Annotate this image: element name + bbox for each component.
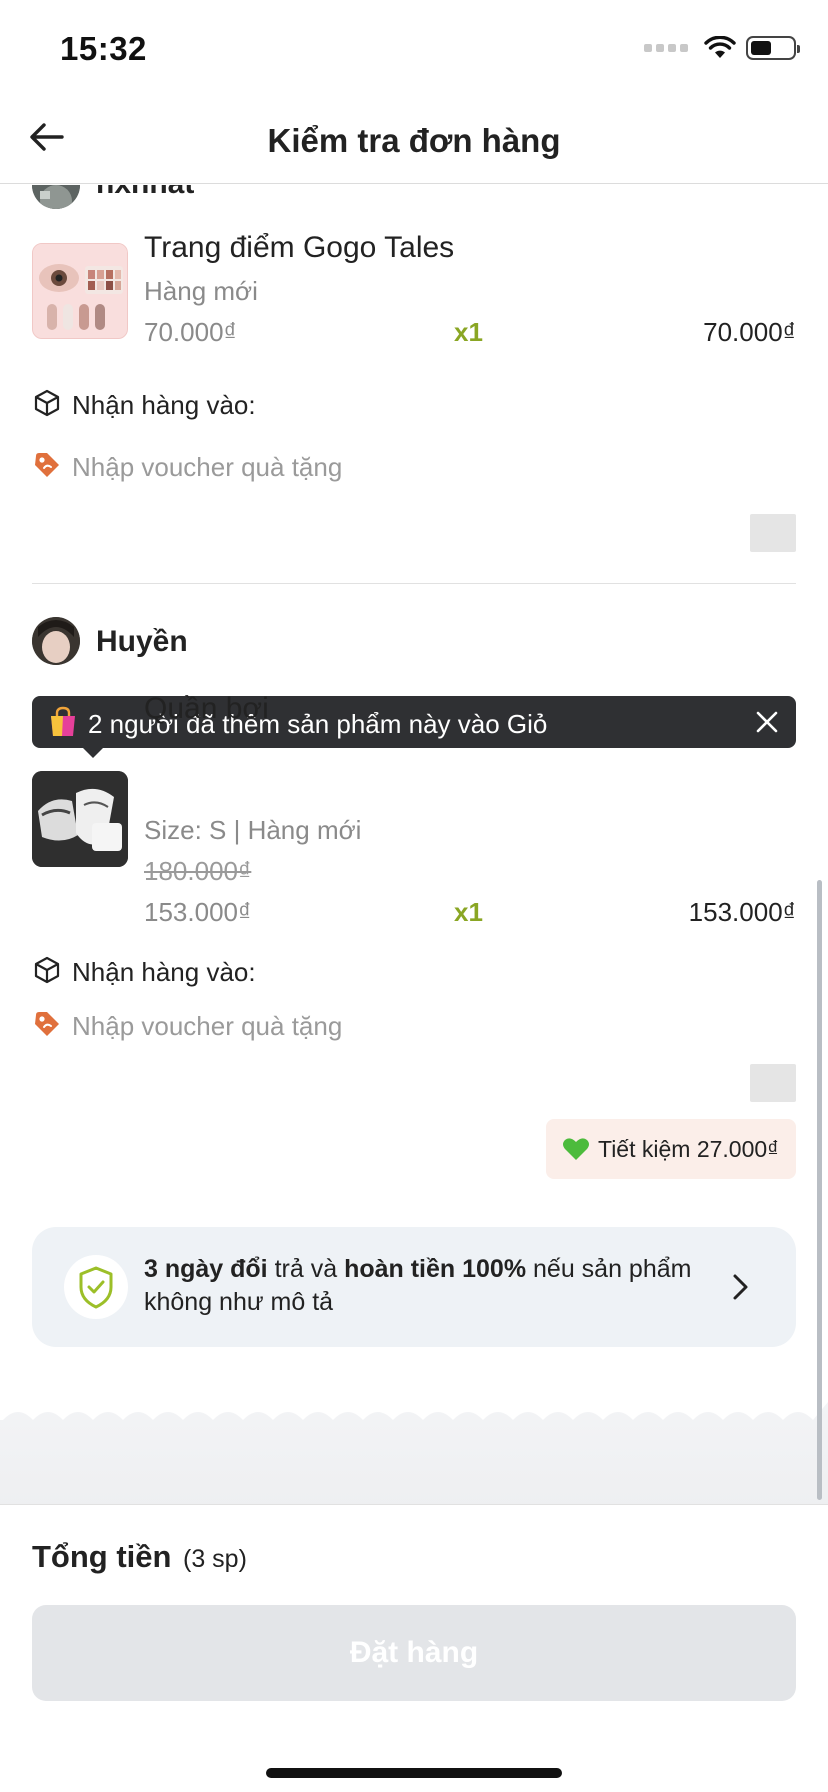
home-indicator[interactable] [266, 1768, 562, 1778]
shopping-bag-icon [51, 706, 75, 736]
seller-name[interactable]: Huyền [96, 625, 188, 659]
status-time: 15:32 [60, 30, 147, 67]
delivery-label: Nhận hàng vào: [72, 957, 256, 987]
product-old-price: 180.000₫ [144, 856, 252, 886]
tag-icon [35, 1012, 59, 1036]
guarantee-text: 3 ngày đổi trả và hoàn tiền 100% nếu sản… [144, 1255, 692, 1316]
seller-avatar[interactable] [32, 617, 80, 665]
product-name[interactable]: Quần bơi [144, 692, 269, 726]
saving-badge: Tiết kiệm 27.000₫ [546, 1119, 796, 1179]
saving-text: Tiết kiệm 27.000₫ [598, 1135, 779, 1162]
return-guarantee-banner[interactable]: 3 ngày đổi trả và hoàn tiền 100% nếu sản… [32, 1227, 796, 1347]
voucher-input[interactable]: Nhập voucher quà tặng [72, 1011, 342, 1042]
nav-bar: Kiểm tra đơn hàng [0, 98, 828, 184]
voucher-input[interactable]: Nhập voucher quà tặng [72, 452, 342, 483]
box-icon [34, 956, 60, 984]
status-bar: 15:32 [0, 0, 828, 98]
product-quantity: x1 [454, 897, 483, 927]
wifi-icon [704, 36, 736, 58]
shop-divider [32, 583, 796, 584]
product-quantity: x1 [454, 317, 483, 347]
page-title: Kiểm tra đơn hàng [267, 122, 561, 159]
place-order-button[interactable]: Đặt hàng [32, 1605, 796, 1701]
seller-name[interactable]: nxnhat [96, 185, 194, 201]
total-label: Tổng tiền [32, 1539, 172, 1574]
product-variant: Size: S | Hàng mới [144, 815, 362, 845]
product-variant: Hàng mới [144, 276, 258, 306]
close-icon[interactable] [754, 709, 780, 735]
scrollbar[interactable] [817, 880, 822, 1500]
signal-icon [644, 44, 688, 52]
delivery-label: Nhận hàng vào: [72, 390, 256, 420]
product-total: 153.000₫ [688, 897, 796, 927]
status-icons [644, 36, 800, 60]
product-image[interactable] [32, 243, 128, 339]
checkout-footer: Tổng tiền (3 sp) Đặt hàng [0, 1504, 828, 1792]
product-price: 70.000₫ [144, 317, 237, 347]
note-box[interactable] [750, 1064, 796, 1102]
box-icon [34, 389, 60, 417]
product-image[interactable] [32, 771, 128, 867]
note-box[interactable] [750, 514, 796, 552]
total-count: (3 sp) [183, 1545, 247, 1573]
order-content[interactable]: nxnhat Trang điểm Gogo Tales Hàng mới 70… [0, 185, 828, 1504]
toast-arrow [82, 747, 104, 758]
battery-icon [746, 36, 800, 60]
tag-icon [35, 453, 59, 477]
product-name[interactable]: Trang điểm Gogo Tales [144, 231, 454, 265]
shield-check-icon [64, 1255, 128, 1319]
product-price: 153.000₫ [144, 897, 252, 927]
product-total: 70.000₫ [703, 317, 796, 347]
seller-avatar[interactable] [32, 185, 80, 209]
green-heart-icon [563, 1138, 589, 1160]
chevron-right-icon[interactable] [730, 1271, 752, 1303]
zigzag-footer [0, 1398, 828, 1504]
